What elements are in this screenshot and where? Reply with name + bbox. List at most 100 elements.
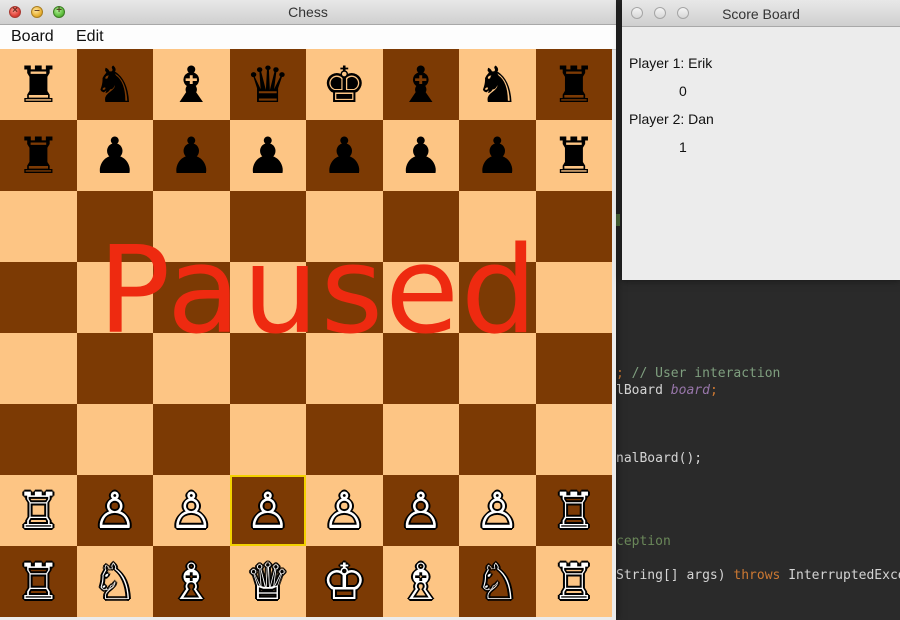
white-queen-piece[interactable]: ♕	[245, 557, 290, 607]
board-square[interactable]	[153, 262, 230, 333]
black-pawn-piece[interactable]: ♟	[475, 131, 520, 181]
board-square[interactable]: ♔	[306, 546, 383, 617]
board-square[interactable]	[459, 191, 536, 262]
board-square[interactable]: ♞	[459, 49, 536, 120]
board-square[interactable]	[153, 404, 230, 475]
white-rook-piece[interactable]: ♖	[16, 557, 61, 607]
board-square[interactable]	[382, 191, 459, 262]
black-bishop-piece[interactable]: ♝	[398, 60, 443, 110]
white-pawn-piece[interactable]: ♙	[475, 486, 520, 536]
board-square[interactable]	[0, 191, 77, 262]
black-pawn-piece[interactable]: ♟	[322, 131, 367, 181]
black-rook-piece[interactable]: ♜	[16, 131, 61, 181]
white-knight-piece[interactable]: ♘	[475, 557, 520, 607]
board-square[interactable]: ♜	[0, 120, 77, 191]
board-square[interactable]: ♜	[0, 49, 77, 120]
board-square[interactable]	[382, 333, 459, 404]
board-square[interactable]: ♜	[535, 120, 612, 191]
black-pawn-piece[interactable]: ♟	[245, 131, 290, 181]
board-square[interactable]	[382, 262, 459, 333]
white-rook-piece[interactable]: ♖	[16, 486, 61, 536]
white-pawn-piece[interactable]: ♙	[398, 486, 443, 536]
board-square[interactable]	[0, 404, 77, 475]
white-rook-piece[interactable]: ♖	[551, 557, 596, 607]
menu-board[interactable]: Board	[11, 28, 54, 46]
white-pawn-piece[interactable]: ♙	[322, 486, 367, 536]
board-square[interactable]	[306, 262, 383, 333]
board-square[interactable]	[229, 191, 306, 262]
board-square[interactable]	[459, 404, 536, 475]
board-square[interactable]: ♟	[229, 120, 306, 191]
board-square[interactable]	[459, 333, 536, 404]
board-square[interactable]	[0, 333, 77, 404]
board-square[interactable]	[535, 262, 612, 333]
board-square[interactable]: ♝	[153, 49, 230, 120]
board-square[interactable]	[76, 404, 153, 475]
board-square[interactable]: ♖	[0, 546, 77, 617]
board-square[interactable]: ♗	[153, 546, 230, 617]
board-square[interactable]: ♙	[76, 475, 153, 546]
board-square[interactable]	[459, 262, 536, 333]
board-square[interactable]: ♘	[76, 546, 153, 617]
board-square[interactable]: ♙	[459, 475, 536, 546]
black-king-piece[interactable]: ♚	[322, 60, 367, 110]
board-square[interactable]	[382, 404, 459, 475]
white-rook-piece[interactable]: ♖	[551, 486, 596, 536]
board-square[interactable]: ♙	[382, 475, 459, 546]
black-queen-piece[interactable]: ♛	[245, 60, 290, 110]
board-square[interactable]: ♟	[382, 120, 459, 191]
board-square[interactable]	[229, 333, 306, 404]
board-square[interactable]: ♟	[76, 120, 153, 191]
board-square[interactable]	[76, 191, 153, 262]
white-knight-piece[interactable]: ♘	[92, 557, 137, 607]
white-bishop-piece[interactable]: ♗	[169, 557, 214, 607]
board-square[interactable]: ♗	[382, 546, 459, 617]
board-square[interactable]	[229, 404, 306, 475]
board-square[interactable]	[76, 262, 153, 333]
board-square[interactable]	[306, 333, 383, 404]
black-rook-piece[interactable]: ♜	[16, 60, 61, 110]
board-square[interactable]: ♞	[76, 49, 153, 120]
board-square[interactable]: ♙	[153, 475, 230, 546]
board-square[interactable]	[535, 333, 612, 404]
board-square[interactable]: ♟	[459, 120, 536, 191]
board-square[interactable]: ♛	[229, 49, 306, 120]
board-square[interactable]: ♘	[459, 546, 536, 617]
black-pawn-piece[interactable]: ♟	[169, 131, 214, 181]
black-knight-piece[interactable]: ♞	[475, 60, 520, 110]
board-square[interactable]	[306, 404, 383, 475]
board-square[interactable]: ♖	[535, 475, 612, 546]
white-bishop-piece[interactable]: ♗	[398, 557, 443, 607]
black-rook-piece[interactable]: ♜	[551, 60, 596, 110]
board-square[interactable]: ♖	[535, 546, 612, 617]
black-bishop-piece[interactable]: ♝	[169, 60, 214, 110]
score-titlebar[interactable]: Score Board	[622, 0, 900, 27]
black-pawn-piece[interactable]: ♟	[398, 131, 443, 181]
board-square[interactable]	[229, 262, 306, 333]
menu-edit[interactable]: Edit	[76, 28, 104, 46]
board-square[interactable]: ♚	[306, 49, 383, 120]
board-square[interactable]: ♝	[382, 49, 459, 120]
board-square[interactable]	[0, 262, 77, 333]
board-square[interactable]: ♙	[306, 475, 383, 546]
chess-titlebar[interactable]: × – + Chess	[0, 0, 616, 25]
board-square[interactable]: ♜	[535, 49, 612, 120]
board-square[interactable]	[535, 404, 612, 475]
board-square[interactable]	[535, 191, 612, 262]
board-square[interactable]: ♟	[153, 120, 230, 191]
black-rook-piece[interactable]: ♜	[551, 131, 596, 181]
board-square[interactable]: ♙	[229, 475, 306, 546]
black-pawn-piece[interactable]: ♟	[92, 131, 137, 181]
board-square[interactable]: ♖	[0, 475, 77, 546]
white-pawn-piece[interactable]: ♙	[92, 486, 137, 536]
white-king-piece[interactable]: ♔	[322, 557, 367, 607]
board-square[interactable]: ♟	[306, 120, 383, 191]
black-knight-piece[interactable]: ♞	[92, 60, 137, 110]
board-square[interactable]	[153, 191, 230, 262]
white-pawn-piece[interactable]: ♙	[245, 486, 290, 536]
board-square[interactable]: ♕	[229, 546, 306, 617]
board-square[interactable]	[306, 191, 383, 262]
white-pawn-piece[interactable]: ♙	[169, 486, 214, 536]
board-square[interactable]	[76, 333, 153, 404]
board-square[interactable]	[153, 333, 230, 404]
